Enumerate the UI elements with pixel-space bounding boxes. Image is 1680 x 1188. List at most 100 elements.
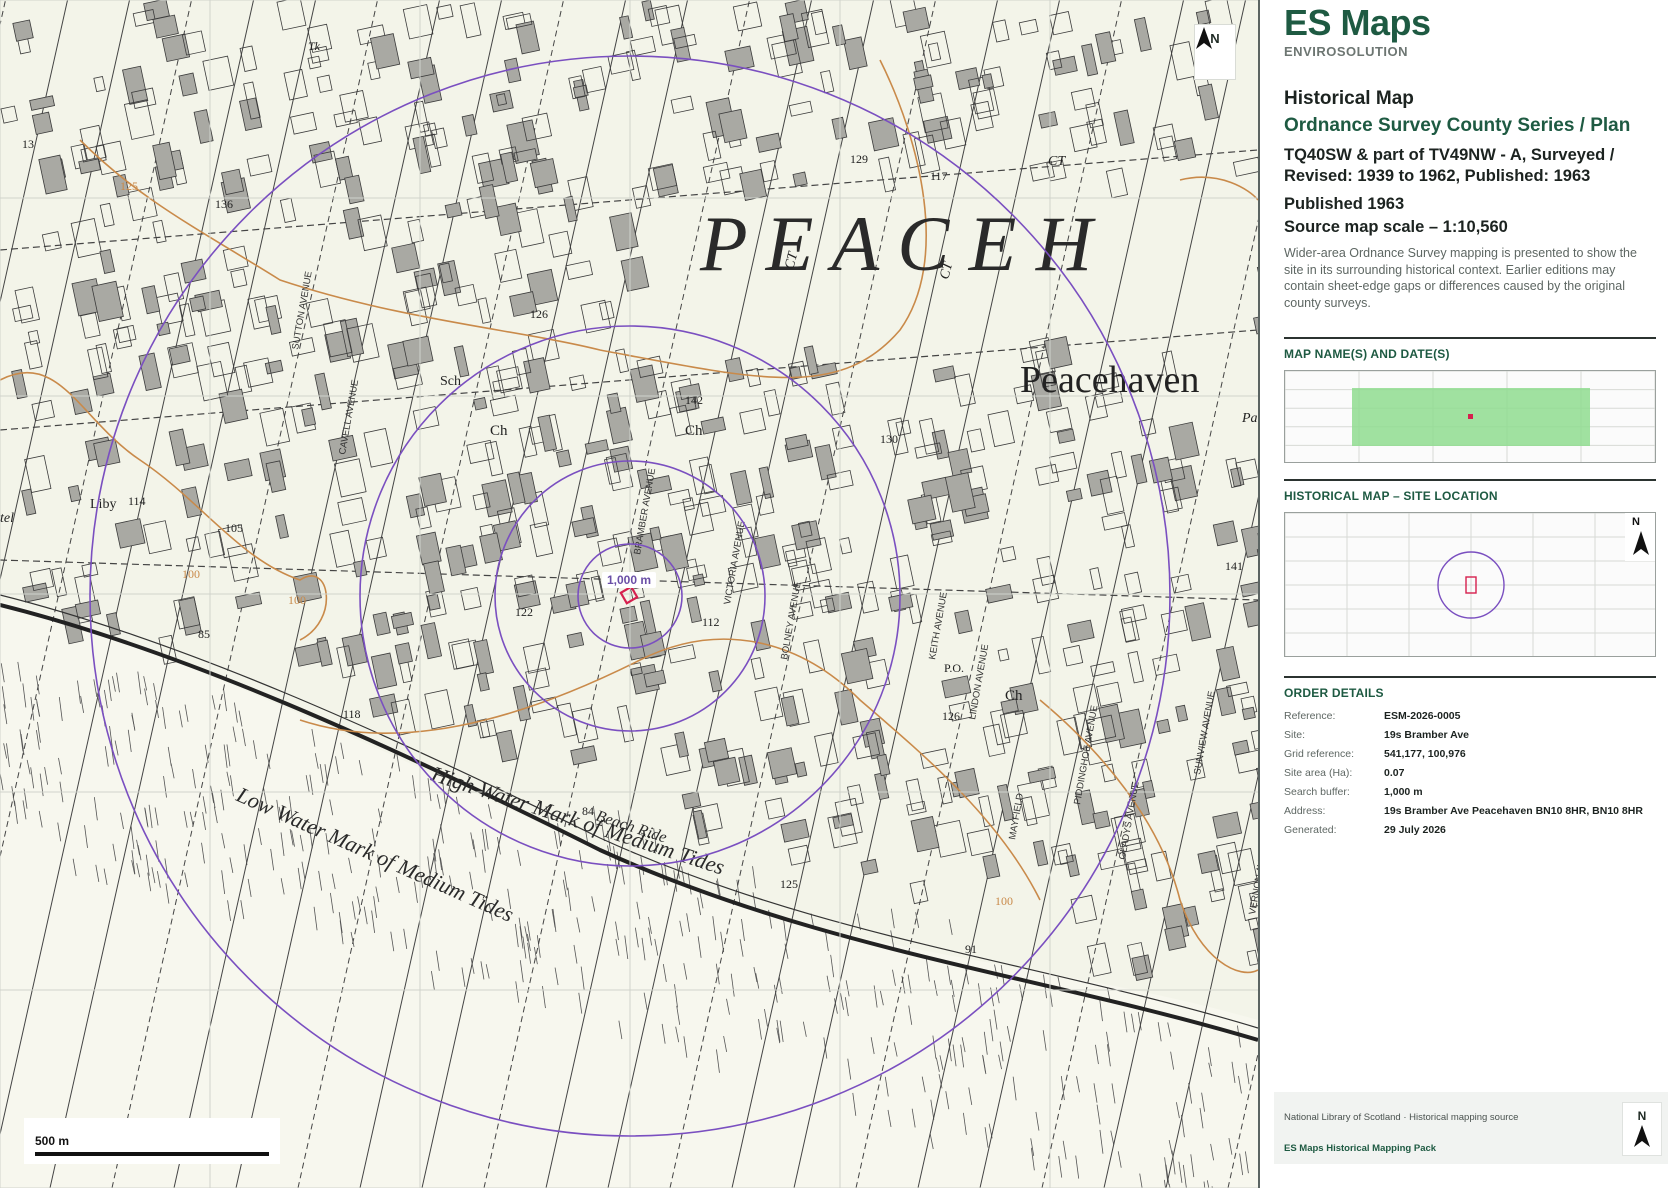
building xyxy=(12,304,34,323)
building xyxy=(264,359,284,375)
building xyxy=(846,784,864,806)
street-name: BRAMBER AVENUE xyxy=(632,467,658,555)
order-value: 19s Bramber Ave xyxy=(1384,729,1470,741)
building xyxy=(436,4,454,20)
building xyxy=(1067,619,1095,643)
building xyxy=(566,632,585,649)
spot-height: 91 xyxy=(965,942,977,956)
building xyxy=(1230,467,1245,488)
building xyxy=(418,472,447,507)
building xyxy=(1175,704,1189,723)
building xyxy=(708,670,723,693)
building xyxy=(337,497,367,526)
building xyxy=(473,397,488,411)
building xyxy=(161,33,191,63)
building xyxy=(1184,602,1212,642)
building xyxy=(1113,109,1135,146)
scale-bar: 500 m xyxy=(24,1118,280,1164)
building xyxy=(529,521,554,558)
building xyxy=(1130,888,1148,911)
panel-footer: National Library of Scotland · Historica… xyxy=(1274,1092,1668,1164)
building xyxy=(1070,894,1098,925)
building xyxy=(867,117,900,152)
map-label-tel: tel xyxy=(0,511,14,526)
building xyxy=(1124,571,1143,595)
building xyxy=(116,324,137,344)
building xyxy=(1070,87,1096,111)
building xyxy=(907,494,937,525)
spot-height: 100 xyxy=(995,894,1013,908)
site-location-drawing: N xyxy=(1285,513,1655,656)
building xyxy=(1062,644,1084,667)
building xyxy=(857,580,880,614)
order-key: Search buffer: xyxy=(1284,786,1350,798)
building xyxy=(758,466,775,500)
building xyxy=(99,202,115,228)
building xyxy=(489,89,514,113)
street-name: KEITH AVENUE xyxy=(927,591,950,660)
building xyxy=(1035,463,1060,486)
building xyxy=(667,488,692,506)
building xyxy=(420,622,443,660)
building xyxy=(444,202,463,219)
site-boundary[interactable] xyxy=(619,585,639,605)
building xyxy=(1056,428,1076,444)
building xyxy=(106,612,121,637)
building xyxy=(889,554,915,590)
order-key: Address: xyxy=(1284,805,1326,817)
building xyxy=(344,174,365,205)
scale-bar-line xyxy=(35,1152,269,1156)
building xyxy=(202,55,235,91)
building xyxy=(987,410,1016,448)
building xyxy=(954,373,976,407)
building xyxy=(275,514,289,539)
building xyxy=(1110,450,1127,479)
building xyxy=(391,242,421,274)
building xyxy=(294,643,322,667)
building xyxy=(780,818,810,843)
building xyxy=(189,295,207,313)
building xyxy=(333,458,367,498)
building xyxy=(629,35,657,57)
building xyxy=(754,534,781,570)
building xyxy=(1212,811,1243,839)
panel-heading: Historical Map xyxy=(1284,88,1414,109)
building xyxy=(1249,801,1258,820)
building xyxy=(838,537,853,555)
map-label-ct1: CT xyxy=(1048,154,1066,169)
building xyxy=(235,591,263,610)
published-date: Published 1963 xyxy=(1284,195,1405,213)
building xyxy=(1212,520,1238,547)
building xyxy=(473,639,495,676)
coverage-drawing xyxy=(1285,371,1655,462)
foreshore-hatch xyxy=(752,866,756,889)
spot-height: 118 xyxy=(343,707,361,721)
coverage-minimap[interactable] xyxy=(1284,370,1656,463)
building xyxy=(1256,547,1258,575)
map-label-church3: Ch xyxy=(1005,688,1023,704)
north-arrow: N xyxy=(1194,24,1236,80)
building xyxy=(14,286,40,324)
building xyxy=(494,248,523,283)
building xyxy=(617,705,635,743)
building xyxy=(681,791,702,810)
brand-name: ES Maps xyxy=(1284,2,1431,43)
building xyxy=(932,365,956,383)
building xyxy=(122,65,149,105)
spot-height: 142 xyxy=(685,393,703,407)
building xyxy=(902,6,930,33)
building xyxy=(831,24,847,47)
building xyxy=(954,609,973,635)
building xyxy=(301,407,317,427)
order-key: Reference: xyxy=(1284,710,1336,722)
building xyxy=(905,778,925,812)
building xyxy=(755,132,782,153)
site-location-minimap[interactable]: N xyxy=(1284,512,1656,657)
historical-map-canvas[interactable]: P E A C E H Peacehaven Sch Ch Ch Ch Liby P.O. CT… xyxy=(0,0,1260,1188)
map-label-big: P E A C E H xyxy=(699,200,1096,287)
building xyxy=(1065,487,1083,503)
building xyxy=(394,642,413,665)
map-label-church2: Ch xyxy=(685,423,703,439)
building xyxy=(230,268,248,288)
section-site-location: HISTORICAL MAP – SITE LOCATION xyxy=(1284,489,1498,503)
